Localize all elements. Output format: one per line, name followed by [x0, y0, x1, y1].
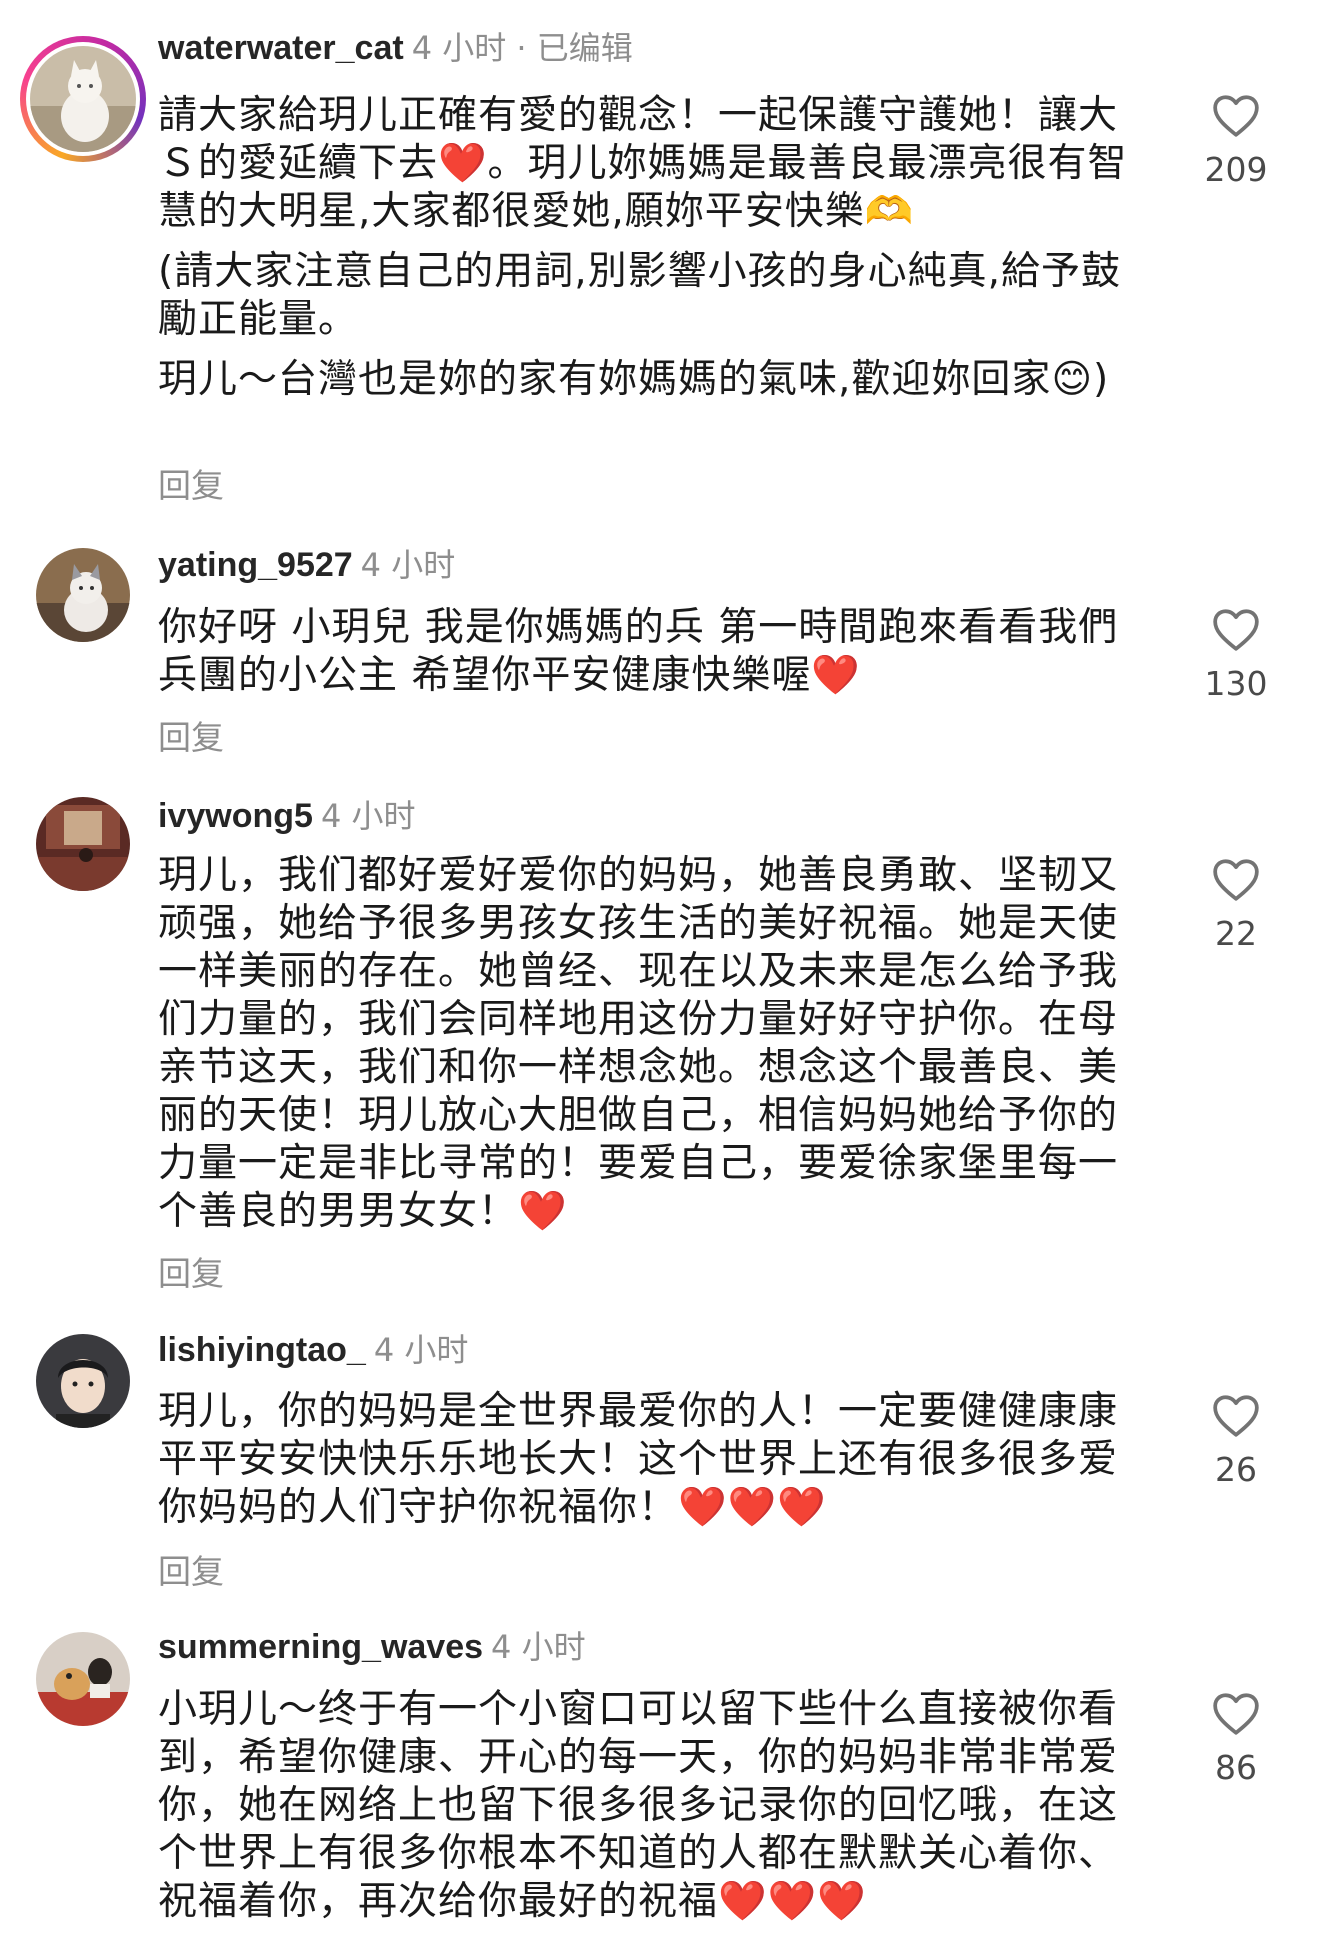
comment-text: 玥儿，我们都好爱好爱你的妈妈，她善良勇敢、坚韧又顽强，她给予很多男孩女孩生活的美…	[158, 852, 1148, 1248]
comment-meta: 4 小时	[360, 546, 456, 584]
avatar[interactable]	[36, 1632, 130, 1726]
like-count: 22	[1215, 914, 1257, 953]
comment-meta: 4 小时 · 已编辑	[411, 29, 633, 67]
like-column: 209	[1176, 92, 1296, 190]
comment-header: lishiyingtao_ 4 小时	[158, 1330, 468, 1370]
like-count: 209	[1204, 150, 1268, 189]
like-column: 86	[1176, 1690, 1296, 1788]
comment-header: yating_9527 4 小时	[158, 545, 455, 585]
avatar[interactable]	[36, 1334, 130, 1428]
like-count: 86	[1215, 1748, 1257, 1787]
comment-meta: 4 小时	[320, 797, 416, 835]
username[interactable]: summerning_waves	[158, 1628, 483, 1666]
heart-outline-icon[interactable]	[1176, 606, 1296, 652]
avatar[interactable]	[36, 548, 130, 642]
comment-paragraph: 小玥儿～终于有一个小窗口可以留下些什么直接被你看到，希望你健康、开心的每一天，你…	[158, 1687, 1119, 1924]
avatar[interactable]	[30, 46, 136, 152]
username[interactable]: yating_9527	[158, 546, 353, 584]
heart-outline-icon[interactable]	[1176, 1690, 1296, 1736]
comment-text: 小玥儿～终于有一个小窗口可以留下些什么直接被你看到，希望你健康、开心的每一天，你…	[158, 1686, 1148, 1938]
comment-header: ivywong5 4 小时	[158, 796, 415, 836]
comment-paragraph: 玥儿，我们都好爱好爱你的妈妈，她善良勇敢、坚韧又顽强，她给予很多男孩女孩生活的美…	[158, 853, 1119, 1234]
heart-outline-icon[interactable]	[1176, 1392, 1296, 1438]
avatar[interactable]	[36, 797, 130, 891]
comment-paragraph: (請大家注意自己的用詞,別影響小孩的身心純真,給予鼓勵正能量。	[158, 249, 1122, 342]
username[interactable]: ivywong5	[158, 797, 313, 835]
like-column: 26	[1176, 1392, 1296, 1490]
comment-paragraph: 玥儿～台灣也是妳的家有妳媽媽的氣味,歡迎妳回家😊)	[158, 357, 1110, 402]
reply-button[interactable]: 回复	[158, 718, 224, 758]
comment-text: 請大家給玥儿正確有愛的觀念！一起保護守護她！讓大Ｓ的愛延續下去❤️。玥儿妳媽媽是…	[158, 92, 1148, 416]
like-count: 26	[1215, 1450, 1257, 1489]
comment-paragraph: 玥儿，你的妈妈是全世界最爱你的人！一定要健健康康平平安安快快乐乐地长大！这个世界…	[158, 1389, 1119, 1530]
like-column: 130	[1176, 606, 1296, 704]
reply-button[interactable]: 回复	[158, 1552, 224, 1592]
comment-text: 玥儿，你的妈妈是全世界最爱你的人！一定要健健康康平平安安快快乐乐地长大！这个世界…	[158, 1388, 1148, 1544]
comment-paragraph: 請大家給玥儿正確有愛的觀念！一起保護守護她！讓大Ｓ的愛延續下去❤️。玥儿妳媽媽是…	[158, 93, 1128, 234]
like-count: 130	[1204, 664, 1268, 703]
heart-outline-icon[interactable]	[1176, 92, 1296, 138]
username[interactable]: waterwater_cat	[158, 29, 404, 67]
username[interactable]: lishiyingtao_	[158, 1331, 366, 1369]
comment-meta: 4 小时	[491, 1628, 586, 1666]
reply-button[interactable]: 回复	[158, 1254, 224, 1294]
reply-button[interactable]: 回复	[158, 466, 224, 506]
comment-paragraph: 你好呀 小玥兒 我是你媽媽的兵 第一時間跑來看看我們兵團的小公主 希望你平安健康…	[158, 605, 1119, 698]
comment-header: summerning_waves 4 小时	[158, 1627, 586, 1667]
comment-text: 你好呀 小玥兒 我是你媽媽的兵 第一時間跑來看看我們兵團的小公主 希望你平安健康…	[158, 604, 1148, 712]
comment-meta: 4 小时	[373, 1331, 469, 1369]
story-ring[interactable]	[20, 36, 146, 162]
like-column: 22	[1176, 856, 1296, 954]
comment-header: waterwater_cat 4 小时 · 已编辑	[158, 28, 633, 68]
heart-outline-icon[interactable]	[1176, 856, 1296, 902]
